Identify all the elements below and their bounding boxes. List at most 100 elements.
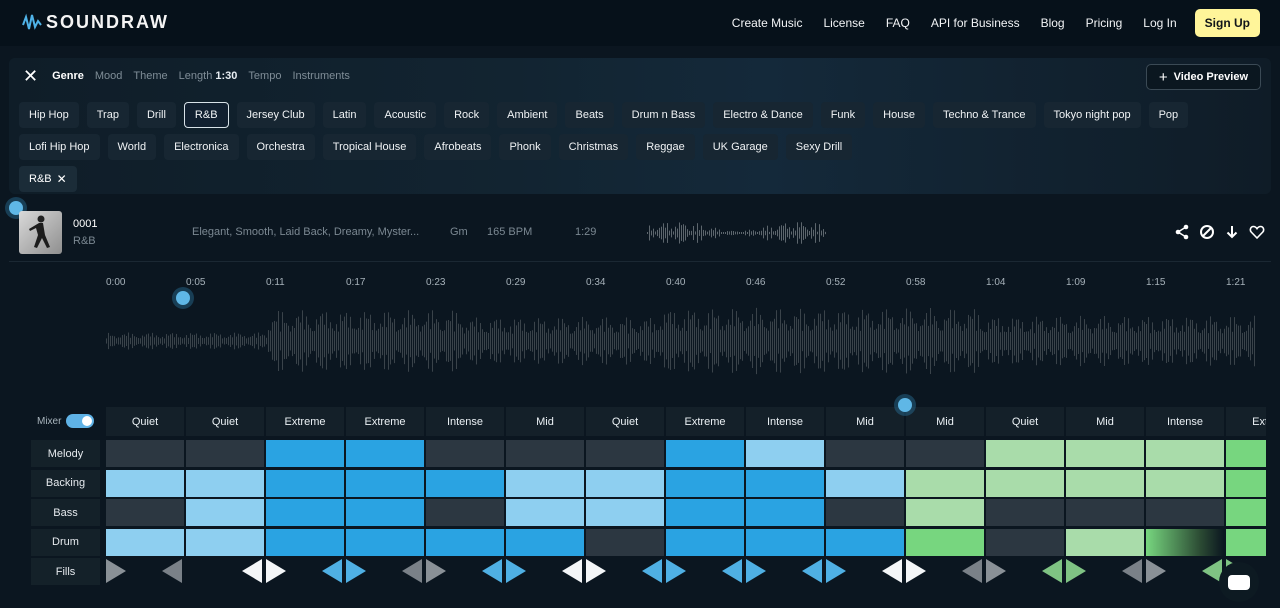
grid-cell-bass[interactable] [186, 499, 264, 526]
share-icon[interactable] [1174, 224, 1190, 240]
grid-cell-drum[interactable] [506, 528, 584, 556]
grid-cell-backing[interactable] [746, 469, 824, 497]
chat-button[interactable] [1219, 562, 1259, 602]
fill-left-triangle[interactable] [402, 559, 422, 583]
grid-cell-bass[interactable] [826, 499, 904, 526]
grid-cell-drum[interactable] [1226, 528, 1266, 556]
grid-cell-drum[interactable] [106, 528, 184, 556]
genre-chip-rock[interactable]: Rock [444, 102, 490, 128]
genre-chip-tokyo-night-pop[interactable]: Tokyo night pop [1043, 102, 1141, 128]
genre-chip-afrobeats[interactable]: Afrobeats [424, 134, 492, 160]
grid-cell-bass[interactable] [666, 499, 744, 526]
fill-left-triangle[interactable] [642, 559, 662, 583]
grid-cell-backing[interactable] [186, 469, 264, 497]
grid-cell-bass[interactable] [1066, 499, 1144, 526]
fill-left-triangle[interactable] [962, 559, 982, 583]
grid-cell-backing[interactable] [1226, 469, 1266, 497]
fill-left-triangle[interactable] [482, 559, 502, 583]
grid-cell-drum[interactable] [1146, 528, 1224, 556]
fill-right-triangle[interactable] [826, 559, 846, 583]
genre-chip-pop[interactable]: Pop [1148, 102, 1189, 128]
section-intensity[interactable]: Quiet [986, 407, 1064, 436]
fill-left-triangle[interactable] [802, 559, 822, 583]
section-intensity[interactable]: Extreme [266, 407, 344, 436]
grid-cell-melody[interactable] [426, 440, 504, 467]
grid-cell-backing[interactable] [586, 469, 664, 497]
grid-cell-drum[interactable] [186, 528, 264, 556]
grid-cell-drum[interactable] [346, 528, 424, 556]
grid-cell-backing[interactable] [266, 469, 344, 497]
grid-cell-bass[interactable] [986, 499, 1064, 526]
fill-right-triangle[interactable] [346, 559, 366, 583]
close-filter-icon[interactable]: ✕ [23, 67, 38, 85]
block-icon[interactable] [1199, 224, 1215, 240]
section-intensity[interactable]: Intense [1146, 407, 1224, 436]
section-intensity[interactable]: Intense [746, 407, 824, 436]
grid-cell-melody[interactable] [106, 440, 184, 467]
filter-tab-length[interactable]: Length 1:30 [179, 70, 238, 82]
section-intensity[interactable]: Extreme [346, 407, 424, 436]
nav-link-faq[interactable]: FAQ [886, 16, 910, 30]
filter-tab-instruments[interactable]: Instruments [292, 70, 349, 82]
fill-left-triangle[interactable] [722, 559, 742, 583]
genre-chip-house[interactable]: House [873, 102, 925, 128]
grid-cell-backing[interactable] [106, 469, 184, 497]
grid-cell-drum[interactable] [1066, 528, 1144, 556]
section-intensity[interactable]: Mid [906, 407, 984, 436]
nav-link-license[interactable]: License [823, 16, 864, 30]
genre-chip-hip-hop[interactable]: Hip Hop [19, 102, 79, 128]
grid-cell-melody[interactable] [266, 440, 344, 467]
fill-right-triangle[interactable] [426, 559, 446, 583]
grid-cell-drum[interactable] [586, 528, 664, 556]
section-intensity[interactable]: Mid [1066, 407, 1144, 436]
nav-link-blog[interactable]: Blog [1041, 16, 1065, 30]
grid-cell-melody[interactable] [906, 440, 984, 467]
genre-chip-funk[interactable]: Funk [820, 102, 866, 128]
section-intensity[interactable]: Mid [506, 407, 584, 436]
section-intensity[interactable]: Quiet [586, 407, 664, 436]
genre-chip-acoustic[interactable]: Acoustic [374, 102, 437, 128]
grid-cell-bass[interactable] [426, 499, 504, 526]
grid-cell-bass[interactable] [266, 499, 344, 526]
grid-cell-drum[interactable] [266, 528, 344, 556]
fill-right-triangle[interactable] [266, 559, 286, 583]
selected-genre-chip[interactable]: R&B ✕ [19, 166, 77, 192]
fill-left-triangle[interactable] [562, 559, 582, 583]
fill-left-triangle[interactable] [322, 559, 342, 583]
heart-icon[interactable] [1249, 224, 1265, 240]
grid-cell-melody[interactable] [666, 440, 744, 467]
section-marker[interactable] [898, 398, 912, 412]
filter-tab-genre[interactable]: Genre [52, 70, 84, 82]
download-icon[interactable] [1224, 224, 1240, 240]
grid-cell-bass[interactable] [746, 499, 824, 526]
fill-left-triangle[interactable] [1042, 559, 1062, 583]
grid-cell-drum[interactable] [826, 528, 904, 556]
genre-chip-trap[interactable]: Trap [86, 102, 129, 128]
grid-cell-bass[interactable] [1226, 499, 1266, 526]
fill-left-triangle[interactable] [162, 559, 182, 583]
grid-cell-drum[interactable] [746, 528, 824, 556]
grid-cell-melody[interactable] [1066, 440, 1144, 467]
genre-chip-world[interactable]: World [107, 134, 157, 160]
genre-chip-lofi-hip-hop[interactable]: Lofi Hip Hop [19, 134, 100, 160]
genre-chip-beats[interactable]: Beats [565, 102, 614, 128]
genre-chip-sexy-drill[interactable]: Sexy Drill [785, 134, 853, 160]
fill-right-triangle[interactable] [906, 559, 926, 583]
fill-left-triangle[interactable] [1122, 559, 1142, 583]
filter-tab-tempo[interactable]: Tempo [248, 70, 281, 82]
mini-waveform[interactable] [647, 220, 829, 246]
grid-cell-bass[interactable] [586, 499, 664, 526]
sign-up-button[interactable]: Sign Up [1194, 9, 1260, 37]
grid-cell-melody[interactable] [1146, 440, 1224, 467]
section-intensity[interactable]: Intense [426, 407, 504, 436]
mixer-toggle[interactable] [66, 414, 95, 428]
genre-chip-techno-and-trance[interactable]: Techno & Trance [932, 102, 1036, 128]
section-intensity[interactable]: Mid [826, 407, 904, 436]
grid-cell-melody[interactable] [586, 440, 664, 467]
grid-cell-backing[interactable] [906, 469, 984, 497]
grid-cell-melody[interactable] [746, 440, 824, 467]
genre-chip-christmas[interactable]: Christmas [558, 134, 629, 160]
nav-link-pricing[interactable]: Pricing [1086, 16, 1123, 30]
grid-cell-bass[interactable] [506, 499, 584, 526]
grid-cell-backing[interactable] [986, 469, 1064, 497]
